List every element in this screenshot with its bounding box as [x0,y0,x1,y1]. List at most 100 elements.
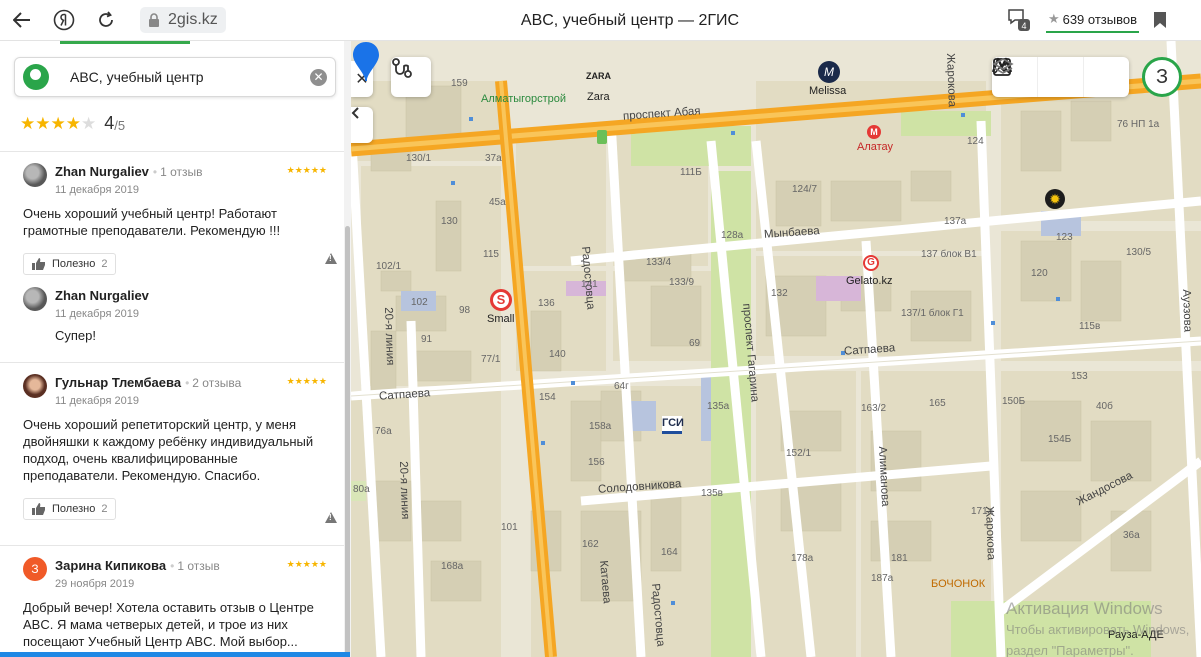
small-logo-icon[interactable]: S [490,289,512,311]
avatar[interactable]: З [23,557,47,581]
building-number: 77/1 [481,354,501,365]
building-number: 76 НП 1а [1117,119,1160,130]
street-label: Жарокова [944,53,958,108]
metro-icon[interactable]: M [867,125,881,139]
layers-icon [992,58,1014,74]
building-number: 163/2 [861,403,887,414]
yandex-icon[interactable] [52,8,76,32]
map-toolbar [992,57,1129,97]
poi-label[interactable]: Алматыгорстрой [481,93,566,105]
review-stars: ★★★★★ [286,376,327,386]
poi-label[interactable]: Gelato.kz [846,275,892,287]
review-count: 1 отзыв [170,559,220,573]
layers-button[interactable] [992,57,1129,97]
user-profile-button[interactable]: З [1142,57,1182,97]
loading-bar [0,652,350,657]
scrollbar-thumb[interactable] [345,226,350,656]
photo-layer-button[interactable] [993,57,1084,97]
building-number: 124/7 [792,184,818,195]
review-text: Очень хороший репетиторский центр, у мен… [23,417,314,483]
building-number: 135в [701,488,723,499]
building-number: 120 [1031,268,1048,279]
avatar[interactable] [23,374,47,398]
search-input[interactable]: ABC, учебный центр ✕ [14,57,336,97]
fuel-icon[interactable] [597,130,607,144]
poi-label[interactable]: Melissa [809,85,846,97]
review-item: Гульнар Тлембаева 2 отзыва 11 декабря 201… [23,374,337,523]
panel-scrollbar[interactable] [344,41,351,657]
route-button[interactable] [391,57,431,97]
building-number: 123 [1056,232,1073,243]
reviews-pill[interactable]: ★ 639 отзывов [1045,7,1139,33]
review-count: 2 отзыва [185,376,241,390]
building-number: 187а [871,573,894,584]
building-number: 69 [689,338,701,349]
building-number: 133/9 [669,277,695,288]
building-number: 164 [661,547,678,558]
building-number: 140 [549,349,566,360]
review-author[interactable]: Гульнар Тлембаева [55,375,181,390]
review-reply: Zhan Nurgaliev 11 декабря 2019 Супер! [23,287,323,344]
building-number: 171а [971,506,994,517]
avatar[interactable] [23,287,47,311]
map-area[interactable]: проспект Абая Сатпаева Сатпаева Мынбаева… [351,41,1201,657]
back-icon[interactable] [10,8,34,32]
building-number: 137/1 блок Г1 [901,308,964,319]
useful-label: Полезно [52,503,96,515]
watermark-line: раздел "Параметры". [1006,643,1134,657]
building-number: 178а [791,553,814,564]
address-bar[interactable]: 2gis.kz [140,7,226,33]
building-number: 115в [1079,321,1101,332]
reviews-pill-label: 639 отзывов [1062,11,1137,27]
report-warning-icon[interactable] [325,253,337,264]
gsi-logo-icon[interactable]: ГСИ [662,416,684,434]
building-number: 165 [929,398,946,409]
review-item: З Зарина Кипикова1 отзыв 29 ноября 2019 … [23,557,333,650]
review-author[interactable]: Зарина Кипикова [55,558,166,573]
building-number: 98 [459,305,471,316]
melissa-logo-icon[interactable]: M [818,61,840,83]
building-number: 133/4 [646,257,672,268]
page-title: ABC, учебный центр — 2ГИС [520,12,740,29]
report-warning-icon[interactable] [325,512,337,523]
poi-label[interactable]: Zara [587,91,610,103]
building-number: 37а [485,153,502,164]
poi-label[interactable]: Small [487,313,515,325]
building-number: 128а [721,230,744,241]
building-number: 154Б [1048,434,1072,445]
poi-logo-text: ZARA [586,71,611,81]
browser-toolbar: 2gis.kz ABC, учебный центр — 2ГИС 4 ★ 63… [0,0,1201,41]
clear-search-icon[interactable]: ✕ [310,69,327,86]
url-text: 2gis.kz [168,11,218,28]
useful-button[interactable]: Полезно 2 [23,498,117,520]
thumbs-up-icon [32,258,46,270]
building-number: 64г [614,381,629,392]
rating-value: 4 [104,113,115,133]
useful-count: 2 [101,503,108,515]
location-pin-icon[interactable] [351,41,381,81]
poi-label[interactable]: БОЧОНОК [931,578,985,590]
palm-icon[interactable]: ✹ [1045,189,1065,209]
windows-activation-watermark: Активация Windows Чтобы активировать Win… [1006,598,1189,657]
gelato-logo-icon[interactable]: G [863,255,879,271]
building-number: 181 [891,553,908,564]
thumbs-up-icon [32,503,46,515]
building-number: 111Б [680,167,702,178]
reload-icon[interactable] [94,8,118,32]
review-author[interactable]: Zhan Nurgaliev [55,164,149,179]
avatar[interactable] [23,163,47,187]
bookmark-icon[interactable] [1153,11,1167,29]
building-number: 159 [451,78,468,89]
tab-counter-icon[interactable]: 4 [1006,7,1032,33]
poi-label[interactable]: Алатау [857,141,893,153]
reply-author[interactable]: Zhan Nurgaliev [55,288,149,303]
building-number: 115 [483,249,499,260]
useful-button[interactable]: Полезно 2 [23,253,117,275]
rating-summary: ★★★★★ 4 /5 [20,113,125,134]
building-number: 141 [581,279,598,290]
review-date: 11 декабря 2019 [55,184,139,196]
building-number: 124 [967,136,984,147]
collapse-panel-button[interactable] [351,107,373,143]
building-number: 130/1 [406,153,432,164]
building-number: 150Б [1002,396,1026,407]
